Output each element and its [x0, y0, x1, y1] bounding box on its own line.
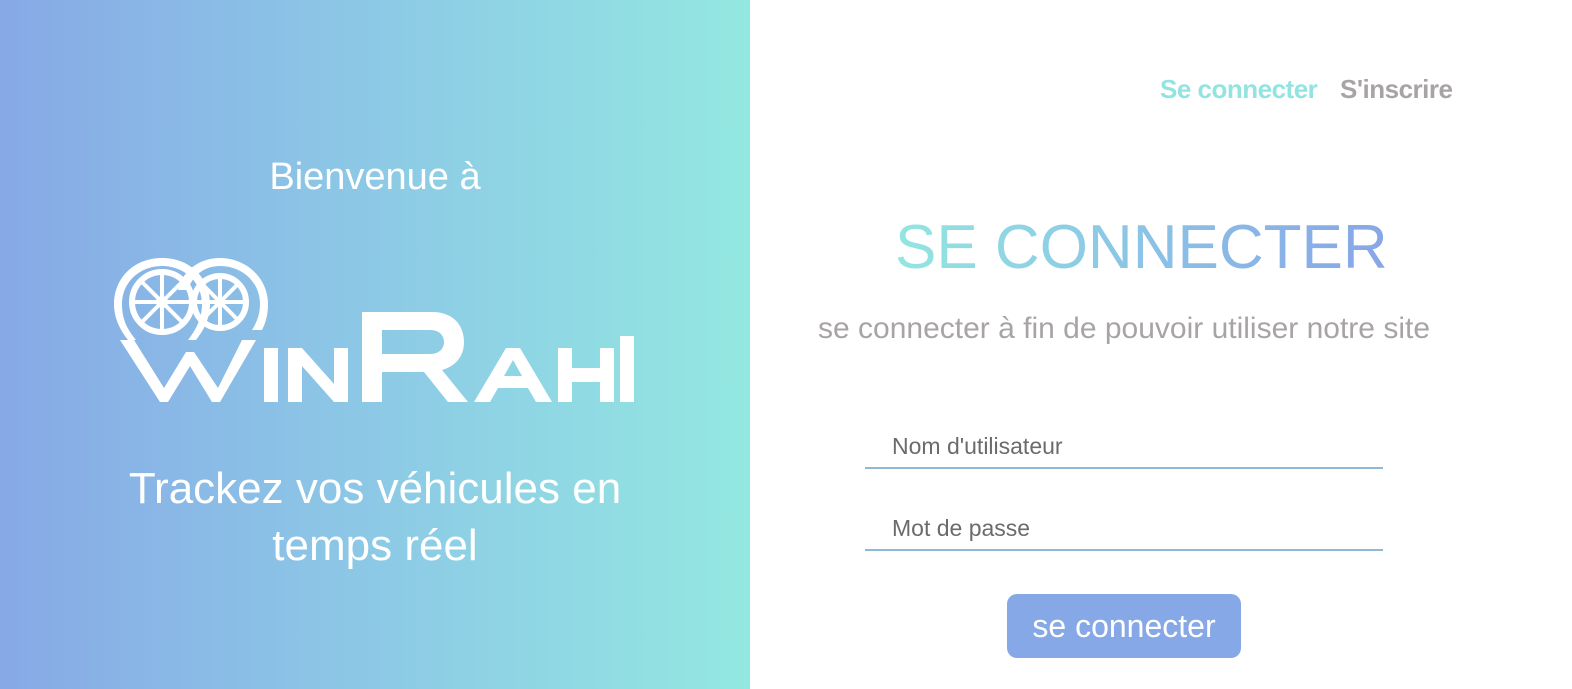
- login-submit-button[interactable]: se connecter: [1007, 594, 1241, 658]
- tagline: Trackez vos véhicules en temps réel: [128, 464, 622, 570]
- nav-login-link[interactable]: Se connecter: [1160, 74, 1318, 105]
- welcome-heading: Bienvenue à: [269, 156, 481, 198]
- username-input[interactable]: [865, 425, 1383, 469]
- welcome-panel: Bienvenue à Trackez vos véhicules en tem…: [0, 0, 750, 689]
- password-input[interactable]: [865, 507, 1383, 551]
- auth-panel: Se connecter S'inscrire SE CONNECTER se …: [750, 0, 1572, 689]
- nav-signup-link[interactable]: S'inscrire: [1340, 74, 1453, 105]
- login-page: Bienvenue à Trackez vos véhicules en tem…: [0, 0, 1572, 689]
- winrahi-logo: [114, 258, 634, 402]
- form-subtitle: se connecter à fin de pouvoir utiliser n…: [818, 312, 1430, 345]
- form-title: SE CONNECTER: [895, 213, 1388, 282]
